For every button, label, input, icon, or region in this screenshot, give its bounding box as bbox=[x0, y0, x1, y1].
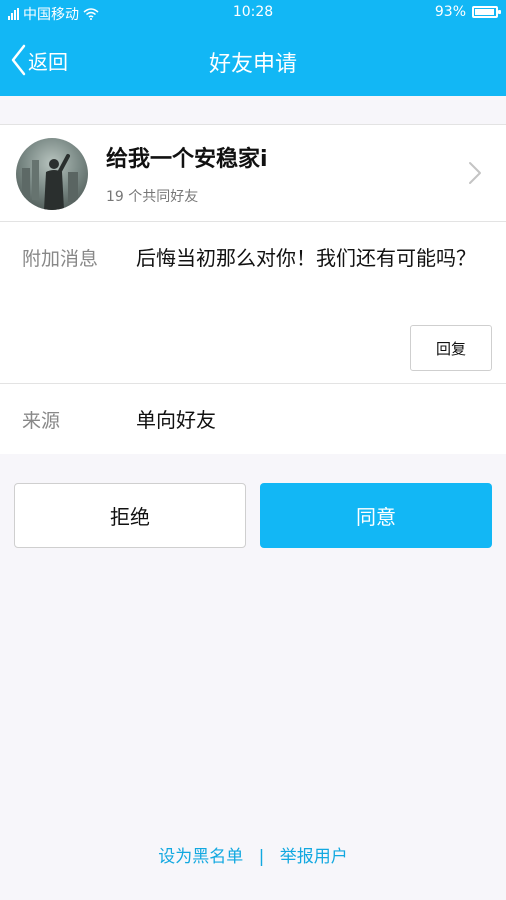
footer-links: 设为黑名单 | 举报用户 bbox=[0, 842, 506, 867]
avatar-image bbox=[22, 154, 78, 210]
accept-button[interactable]: 同意 bbox=[260, 483, 492, 548]
footer-separator: | bbox=[258, 847, 265, 867]
mutual-friends-count: 19 个共同好友 bbox=[106, 189, 199, 205]
battery-percent: 93% bbox=[434, 4, 466, 20]
blacklist-link[interactable]: 设为黑名单 bbox=[158, 847, 243, 867]
nickname: 给我一个安稳家i bbox=[106, 147, 268, 172]
battery-info: 93% bbox=[434, 4, 501, 20]
page-title: 好友申请 bbox=[208, 52, 297, 77]
reply-button[interactable]: 回复 bbox=[410, 325, 492, 371]
source-label: 来源 bbox=[22, 410, 61, 432]
message-text: 后悔当初那么对你！我们还有可能吗？ bbox=[136, 246, 476, 270]
status-time: 10:28 bbox=[232, 4, 274, 20]
report-user-link[interactable]: 举报用户 bbox=[280, 847, 348, 867]
chevron-right-icon bbox=[469, 162, 481, 184]
message-label: 附加消息 bbox=[22, 248, 99, 270]
profile-card[interactable]: 给我一个安稳家i 19 个共同好友 bbox=[0, 124, 506, 222]
battery-icon bbox=[472, 6, 501, 18]
message-section: 附加消息 后悔当初那么对你！我们还有可能吗？ 回复 bbox=[0, 222, 506, 384]
battery-fill bbox=[475, 9, 494, 15]
navigation-bar: 返回 好友申请 bbox=[0, 28, 506, 96]
source-section: 来源 单向好友 bbox=[0, 384, 506, 454]
reject-button[interactable]: 拒绝 bbox=[14, 483, 246, 548]
status-bar: 中国移动 10:28 93% bbox=[0, 0, 506, 28]
source-value: 单向好友 bbox=[136, 408, 216, 432]
avatar[interactable] bbox=[16, 138, 88, 210]
